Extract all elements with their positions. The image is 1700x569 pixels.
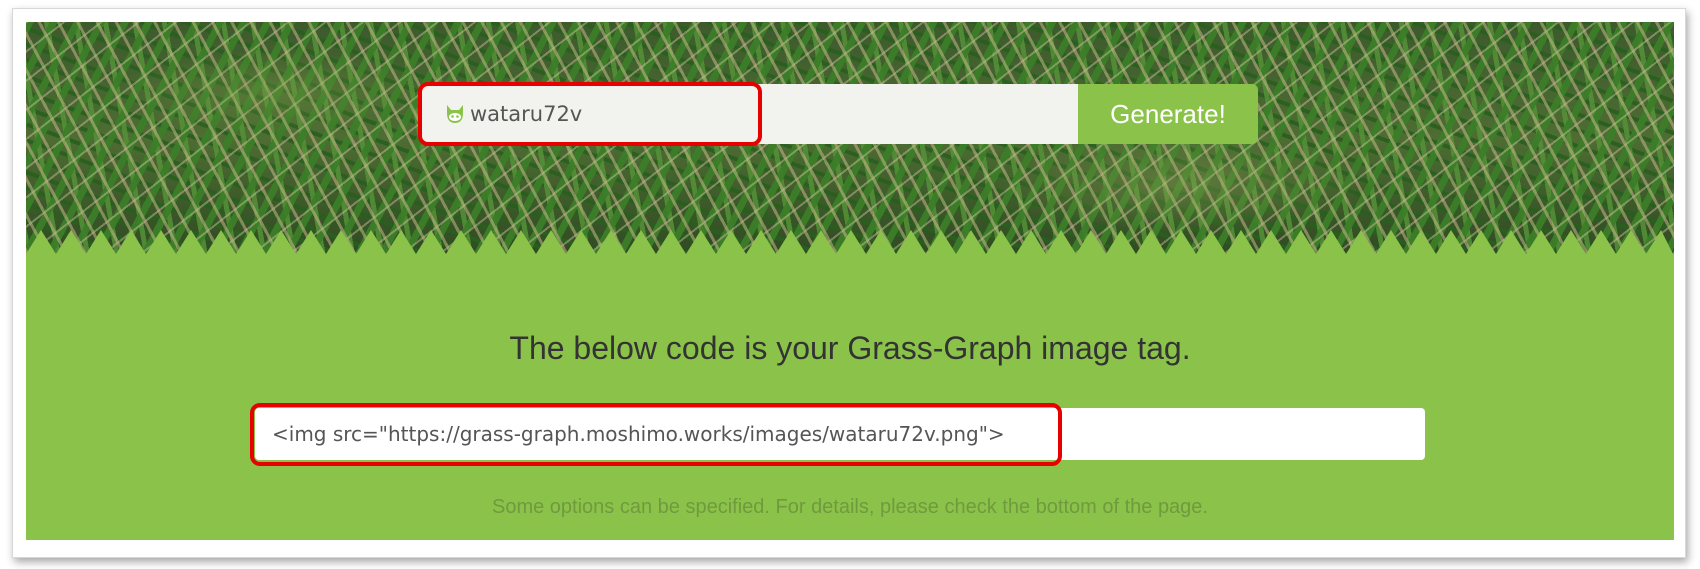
options-note: Some options can be specified. For detai… [492,496,1208,518]
username-input[interactable] [470,94,1070,134]
github-octocat-icon [447,105,463,123]
generate-button[interactable]: Generate! [1078,84,1258,144]
image-tag-code-field[interactable] [272,414,1412,454]
zigzag-divider [26,230,1674,256]
result-headline: The below code is your Grass-Graph image… [509,330,1191,366]
